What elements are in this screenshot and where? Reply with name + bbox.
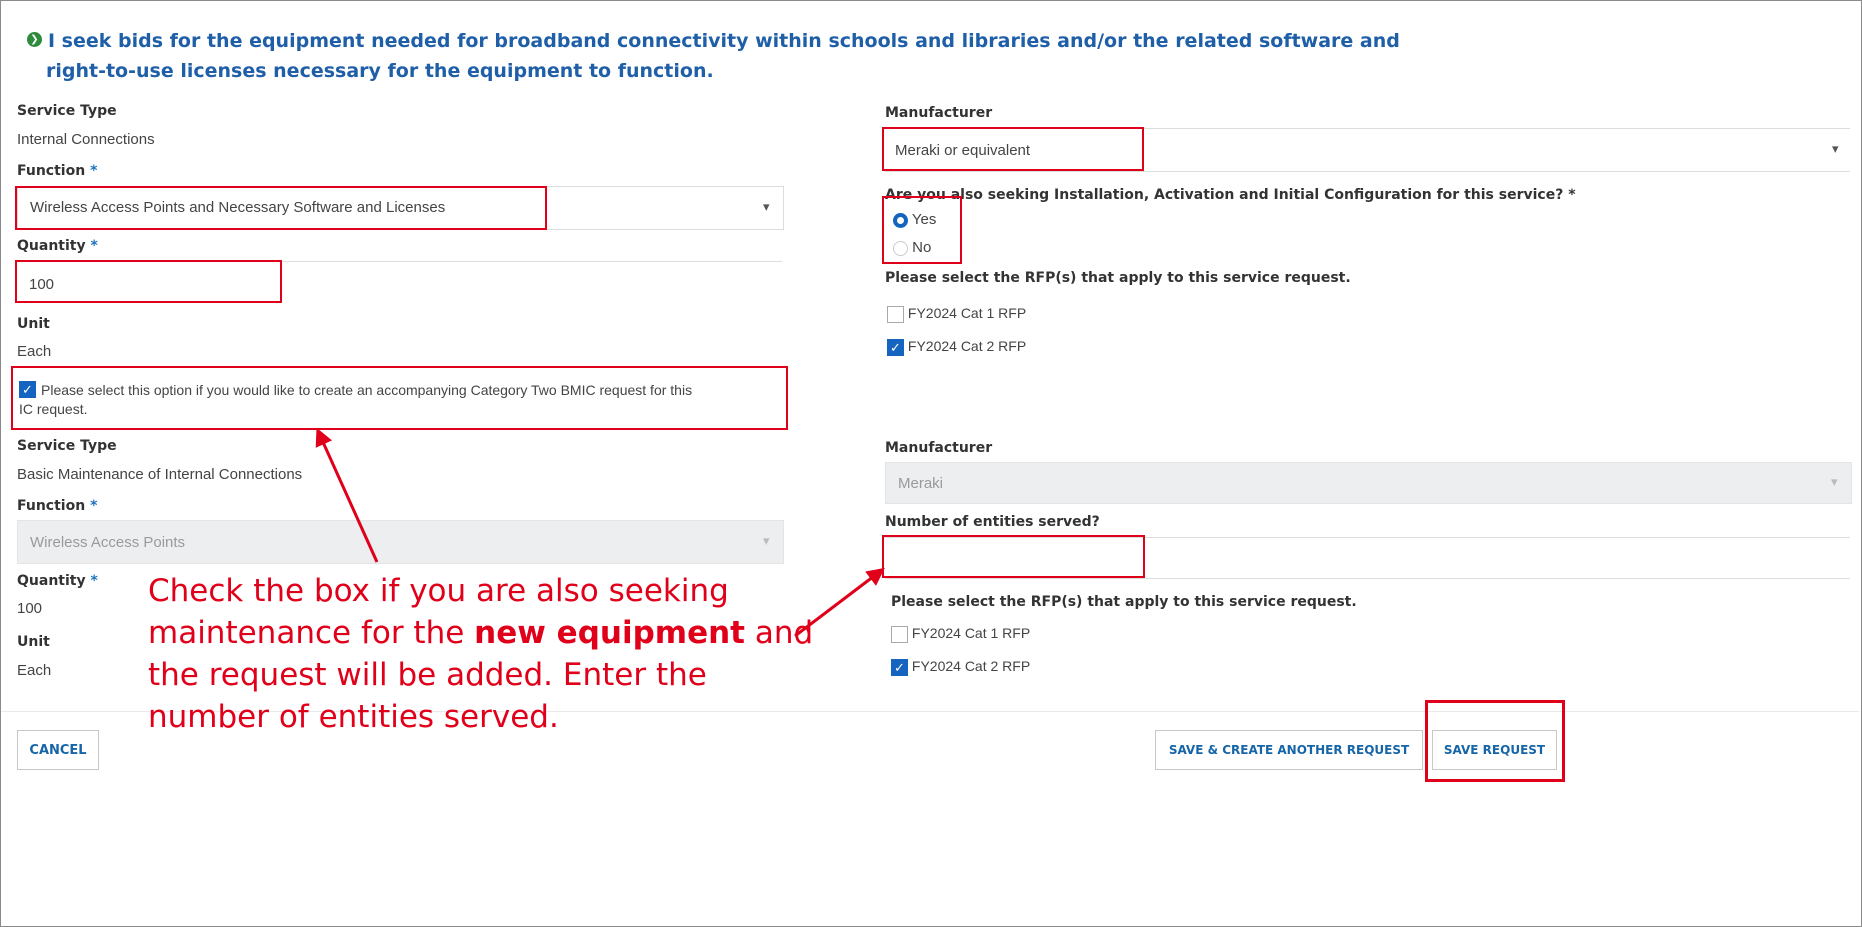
- annotation-arrows: [315, 427, 885, 638]
- arrow-to-checkbox: [315, 427, 379, 563]
- annotation-note: Check the box if you are also seeking ma…: [148, 573, 814, 735]
